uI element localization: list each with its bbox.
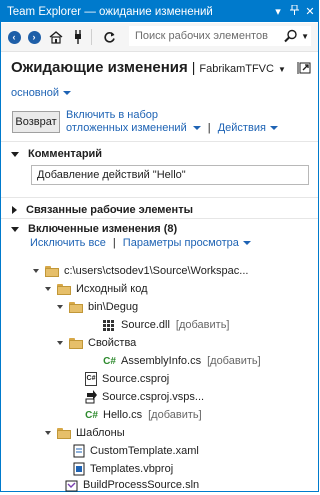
tree-node-file[interactable]: C# Hello.cs [добавить] bbox=[85, 407, 202, 423]
search-input[interactable]: Поиск рабочих элементов bbox=[129, 30, 284, 42]
home-icon[interactable] bbox=[47, 28, 65, 46]
popout-icon[interactable] bbox=[297, 61, 311, 75]
tree-label: Исходный код bbox=[76, 283, 148, 295]
change-status: [добавить] bbox=[148, 409, 202, 421]
branch-label[interactable]: основной bbox=[11, 87, 59, 99]
tree-node-file[interactable]: BuildProcessSource.sln bbox=[65, 477, 199, 493]
page-header: Ожидающие изменения | FabrikamTFVC ▼ bbox=[11, 59, 311, 81]
arrow-file-icon bbox=[85, 390, 97, 404]
change-status: [добавить] bbox=[175, 319, 230, 331]
tree-label: Свойства bbox=[88, 337, 137, 349]
toolbar-separator bbox=[91, 29, 92, 45]
comment-field[interactable]: Добавление действий "Hello" bbox=[31, 165, 309, 185]
team-explorer-window: Team Explorer — ожидание изменений ▾ ✕ ‹… bbox=[0, 0, 319, 492]
search-box[interactable]: Поиск рабочих элементов ▼ bbox=[129, 26, 311, 46]
divider bbox=[1, 197, 318, 198]
forward-icon[interactable]: › bbox=[25, 28, 43, 46]
chevron-down-icon[interactable] bbox=[269, 126, 278, 131]
close-icon[interactable]: ✕ bbox=[302, 5, 318, 18]
branch-selector[interactable]: основной bbox=[11, 87, 71, 99]
solution-file-icon bbox=[65, 479, 78, 492]
tree-node-folder[interactable]: Свойства bbox=[57, 335, 136, 351]
expand-icon[interactable] bbox=[45, 431, 51, 435]
expand-icon[interactable] bbox=[11, 151, 19, 157]
folder-icon bbox=[57, 283, 71, 295]
divider bbox=[1, 218, 318, 219]
folder-icon bbox=[69, 301, 83, 313]
exclude-all-link[interactable]: Исключить все bbox=[30, 237, 106, 249]
tree-node-file[interactable]: Source.csproj.vsps... bbox=[85, 389, 204, 405]
change-status: [добавить] bbox=[207, 355, 261, 367]
tree-node-file[interactable]: CustomTemplate.xaml bbox=[73, 443, 199, 459]
included-heading: Включенные изменения (8) bbox=[28, 223, 178, 235]
chevron-down-icon[interactable] bbox=[242, 241, 251, 246]
vbproj-file-icon bbox=[73, 462, 85, 476]
expand-icon[interactable] bbox=[45, 287, 51, 291]
csharp-file-icon: C# bbox=[103, 355, 116, 367]
tree-label: bin\Degug bbox=[88, 301, 139, 313]
tree-label: Шаблоны bbox=[76, 427, 125, 439]
comment-heading: Комментарий bbox=[28, 148, 103, 160]
included-changes-header[interactable]: Включенные изменения (8) bbox=[11, 223, 177, 235]
chevron-down-icon[interactable] bbox=[192, 126, 201, 131]
csharp-file-icon: C# bbox=[85, 409, 98, 421]
shelve-actions: Включить в набор отложенных изменений | … bbox=[66, 109, 316, 135]
refresh-icon[interactable] bbox=[100, 28, 118, 46]
tree-label: AssemblyInfo.cs bbox=[121, 355, 202, 367]
xaml-file-icon bbox=[73, 444, 85, 458]
pin-icon[interactable] bbox=[286, 4, 302, 18]
work-items-section-header[interactable]: Связанные рабочие элементы bbox=[11, 204, 193, 216]
expand-icon[interactable] bbox=[11, 226, 19, 232]
expand-icon[interactable] bbox=[57, 341, 63, 345]
tree-label: BuildProcessSource.sln bbox=[83, 479, 200, 491]
comment-section-header[interactable]: Комментарий bbox=[11, 148, 102, 160]
work-items-heading: Связанные рабочие элементы bbox=[26, 204, 193, 216]
tree-node-root[interactable]: c:\users\ctsodev1\Source\Workspac... bbox=[33, 263, 248, 279]
divider bbox=[1, 141, 318, 142]
back-icon[interactable]: ‹ bbox=[5, 28, 23, 46]
tree-label: CustomTemplate.xaml bbox=[90, 445, 199, 457]
dll-icon bbox=[103, 319, 116, 332]
search-dropdown-icon[interactable]: ▼ bbox=[301, 32, 309, 41]
tree-label: Source.dll bbox=[121, 319, 170, 331]
tree-label: Source.csproj.vsps... bbox=[102, 391, 205, 403]
tree-node-file[interactable]: Source.dll [добавить] bbox=[103, 317, 230, 333]
csproj-file-icon: C# bbox=[85, 372, 97, 386]
dropdown-icon[interactable]: ▾ bbox=[270, 5, 286, 18]
shelve-link-line2[interactable]: отложенных изменений bbox=[66, 122, 187, 134]
chevron-down-icon[interactable]: ▼ bbox=[278, 65, 286, 74]
expand-icon[interactable] bbox=[57, 305, 63, 309]
title-bar: Team Explorer — ожидание изменений ▾ ✕ bbox=[1, 1, 318, 22]
included-links: Исключить все | Параметры просмотра bbox=[30, 237, 251, 249]
connect-icon[interactable] bbox=[69, 28, 87, 46]
tree-node-folder[interactable]: Исходный код bbox=[45, 281, 148, 297]
tree-node-file[interactable]: C# Source.csproj bbox=[85, 371, 169, 387]
page-title: Ожидающие изменения bbox=[11, 59, 188, 76]
tree-node-file[interactable]: Templates.vbproj bbox=[73, 461, 173, 477]
window-title: Team Explorer — ожидание изменений bbox=[7, 5, 213, 18]
expand-icon[interactable] bbox=[33, 269, 39, 273]
tree-node-folder[interactable]: bin\Degug bbox=[57, 299, 138, 315]
tree-node-folder[interactable]: Шаблоны bbox=[45, 425, 125, 441]
toolbar: ‹ › Поиск рабочих элементов ▼ bbox=[1, 23, 318, 52]
tree-node-file[interactable]: C# AssemblyInfo.cs [добавить] bbox=[103, 353, 261, 369]
tree-label: Templates.vbproj bbox=[90, 463, 174, 475]
folder-icon bbox=[57, 427, 71, 439]
chevron-down-icon bbox=[63, 91, 71, 96]
collapse-icon[interactable] bbox=[12, 206, 17, 214]
tree-label: Hello.cs bbox=[103, 409, 143, 421]
tree-label: c:\users\ctsodev1\Source\Workspac... bbox=[64, 265, 249, 277]
view-options-link[interactable]: Параметры просмотра bbox=[123, 237, 239, 249]
tree-label: Source.csproj bbox=[102, 373, 170, 385]
actions-link[interactable]: Действия bbox=[218, 122, 266, 134]
project-name[interactable]: FabrikamTFVC bbox=[199, 63, 274, 75]
checkin-button[interactable]: Возврат bbox=[12, 111, 60, 133]
folder-icon bbox=[45, 265, 59, 277]
folder-icon bbox=[69, 337, 83, 349]
search-icon[interactable] bbox=[284, 29, 298, 43]
shelve-link[interactable]: Включить в набор bbox=[66, 109, 158, 121]
